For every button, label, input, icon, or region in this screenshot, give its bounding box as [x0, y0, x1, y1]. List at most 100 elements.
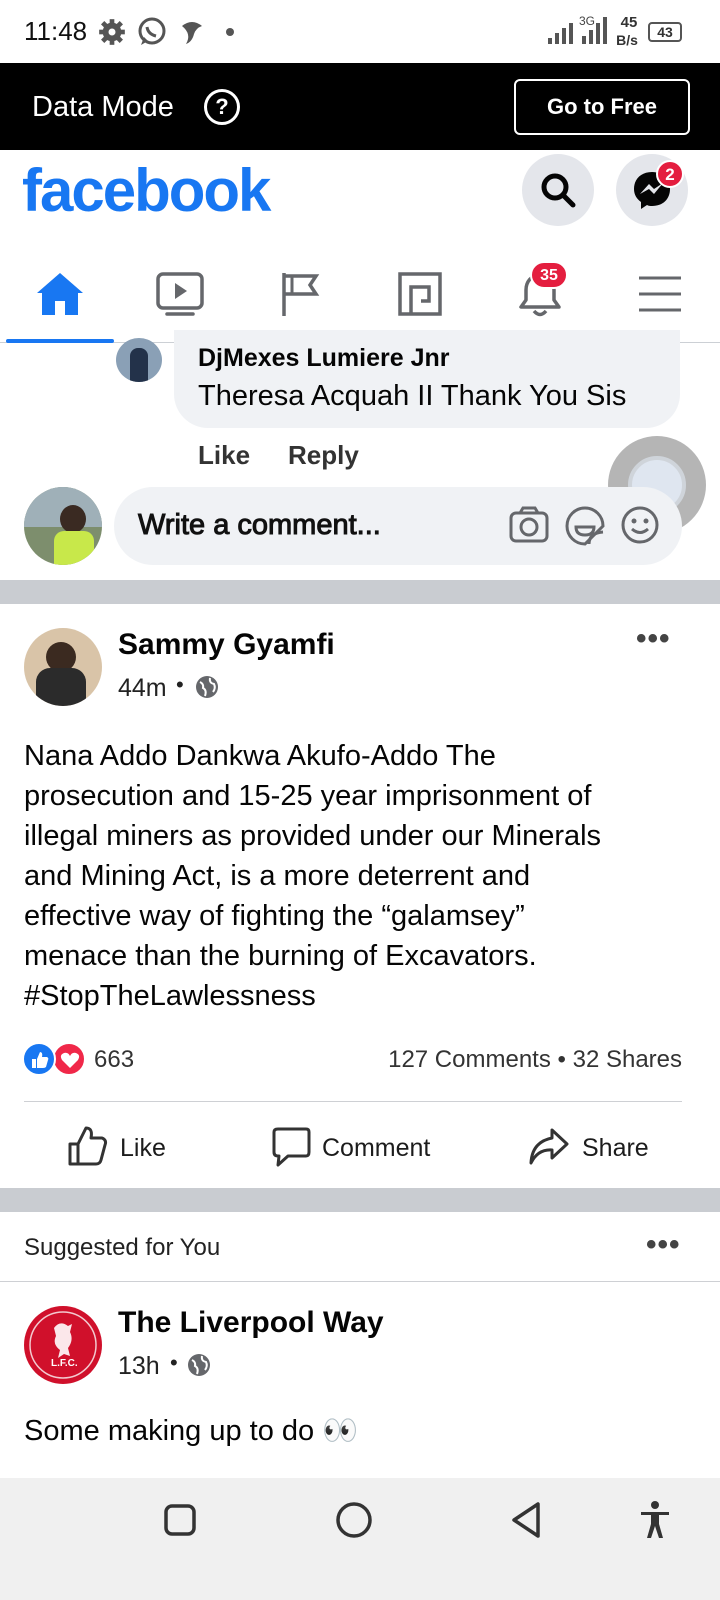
comment-bubble: DjMexes Lumiere Jnr Theresa Acquah II Th…	[174, 330, 680, 428]
like-button-label: Like	[120, 1134, 166, 1162]
comment-button[interactable]: Comment	[270, 1120, 450, 1180]
avatar-figure	[130, 348, 148, 382]
shares-count[interactable]: 32 Shares	[573, 1046, 682, 1073]
suggested-author-name[interactable]: The Liverpool Way	[118, 1306, 384, 1340]
whatsapp-icon	[138, 17, 166, 45]
speech-bubble-icon	[272, 1127, 311, 1167]
go-to-free-button[interactable]: Go to Free	[514, 79, 690, 135]
love-reaction-icon[interactable]	[52, 1042, 86, 1076]
help-icon[interactable]: ?	[204, 89, 240, 125]
system-nav-bar	[0, 1478, 720, 1600]
avatar-body	[54, 531, 94, 565]
search-button[interactable]	[522, 154, 594, 226]
commenter-avatar[interactable]	[116, 338, 162, 382]
suggested-time[interactable]: 13h	[118, 1352, 160, 1381]
comment-button-label: Comment	[322, 1134, 431, 1162]
hamburger-menu-icon	[639, 276, 681, 312]
app-icon	[182, 22, 202, 44]
search-icon	[541, 173, 576, 208]
data-mode-bar: Data Mode ? Go to Free	[0, 63, 720, 150]
net-speed-unit: B/s	[616, 32, 638, 48]
network-type: 3G	[579, 14, 596, 28]
tab-notifications[interactable]: 35	[480, 245, 600, 343]
flag-icon	[282, 273, 320, 316]
data-mode-label: Data Mode	[32, 91, 174, 123]
messenger-button[interactable]: 2	[616, 154, 688, 226]
comments-count[interactable]: 127 Comments	[388, 1046, 551, 1073]
notifications-badge: 35	[530, 261, 568, 289]
post-text-line: effective way of fighting the “galamsey”	[24, 900, 525, 932]
suggested-divider	[0, 1281, 720, 1282]
post-author-name[interactable]: Sammy Gyamfi	[118, 628, 335, 662]
liverpool-logo-text: L.F.C.	[51, 1358, 78, 1369]
share-button-label: Share	[582, 1134, 649, 1162]
share-button[interactable]: Share	[528, 1120, 658, 1180]
comment-author[interactable]: DjMexes Lumiere Jnr	[198, 344, 450, 373]
post-text-line: menace than the burning of Excavators.	[24, 940, 537, 972]
net-speed-value: 45	[620, 14, 638, 31]
tab-home[interactable]	[0, 245, 120, 343]
post-stats: 127 Comments • 32 Shares	[388, 1046, 682, 1074]
tab-menu[interactable]	[600, 245, 720, 343]
status-time: 11:48	[24, 16, 88, 46]
post-text-line[interactable]: #StopTheLawlessness	[24, 976, 704, 1016]
comment-input-placeholder: Write a comment...	[138, 509, 382, 542]
heart-glyph	[60, 1052, 80, 1068]
active-tab-indicator	[6, 339, 114, 343]
facebook-logo[interactable]: facebook	[22, 156, 271, 225]
tab-marketplace[interactable]	[360, 245, 480, 343]
comment-like-link[interactable]: Like	[198, 440, 250, 471]
back-icon[interactable]	[508, 1500, 546, 1540]
feed-divider	[0, 580, 720, 604]
post-author-avatar[interactable]	[24, 628, 102, 706]
liverbird-logo-icon	[29, 1311, 97, 1379]
thumb-glyph	[32, 1052, 49, 1068]
my-avatar[interactable]	[24, 487, 102, 565]
camera-icon[interactable]	[508, 505, 550, 545]
liverpool-avatar[interactable]: L.F.C.	[24, 1306, 102, 1384]
like-button[interactable]: Like	[64, 1120, 194, 1180]
actions-divider	[24, 1101, 682, 1102]
dot-icon	[226, 28, 234, 36]
share-arrow-icon	[529, 1128, 569, 1165]
stats-separator: •	[557, 1046, 566, 1073]
comment-input[interactable]: Write a comment...	[114, 487, 682, 565]
post-more-options-icon[interactable]: •••	[636, 622, 671, 656]
globe-icon	[188, 1354, 210, 1376]
marketplace-icon	[398, 272, 442, 316]
messenger-badge: 2	[656, 160, 684, 188]
avatar-body	[36, 668, 86, 706]
signal-icon	[548, 17, 607, 44]
suggested-time-separator: •	[170, 1350, 178, 1375]
home-circle-icon[interactable]	[334, 1500, 374, 1540]
video-icon	[156, 272, 204, 316]
suggested-more-options-icon[interactable]: •••	[646, 1228, 681, 1262]
post-text-line: Nana Addo Dankwa Akufo-Addo The	[24, 740, 496, 772]
post-text-line: illegal miners as provided under our Min…	[24, 820, 602, 852]
like-reaction-icon[interactable]	[22, 1042, 56, 1076]
reaction-count[interactable]: 663	[94, 1046, 134, 1074]
globe-icon	[196, 676, 218, 698]
app-header: facebook 2	[0, 150, 720, 245]
tab-pages[interactable]	[240, 245, 360, 343]
post-text-line: and Mining Act, is a more deterrent and	[24, 860, 531, 892]
post-time-separator: •	[176, 672, 184, 697]
tab-bar: 35	[0, 245, 720, 343]
avatar-head	[60, 505, 86, 533]
feed-divider	[0, 1188, 720, 1212]
thumbs-up-icon	[68, 1126, 108, 1166]
emoji-icon[interactable]	[620, 505, 660, 545]
battery-icon: 43	[648, 22, 682, 42]
status-bar: 11:48 3G 45 B/s 43	[0, 0, 720, 63]
post-text-line: prosecution and 15-25 year imprisonment …	[24, 780, 592, 812]
tab-watch[interactable]	[120, 245, 240, 343]
comment-reply-link[interactable]: Reply	[288, 440, 359, 471]
gif-sticker-icon[interactable]	[564, 505, 606, 547]
suggested-heading: Suggested for You	[24, 1234, 221, 1261]
gear-icon	[99, 19, 125, 45]
recent-apps-icon[interactable]	[162, 1502, 198, 1538]
post-time[interactable]: 44m	[118, 674, 167, 703]
post-text: Nana Addo Dankwa Akufo-Addo The prosecut…	[24, 736, 704, 1016]
accessibility-icon[interactable]	[638, 1500, 672, 1540]
suggested-post-text: Some making up to do 👀	[24, 1415, 359, 1447]
